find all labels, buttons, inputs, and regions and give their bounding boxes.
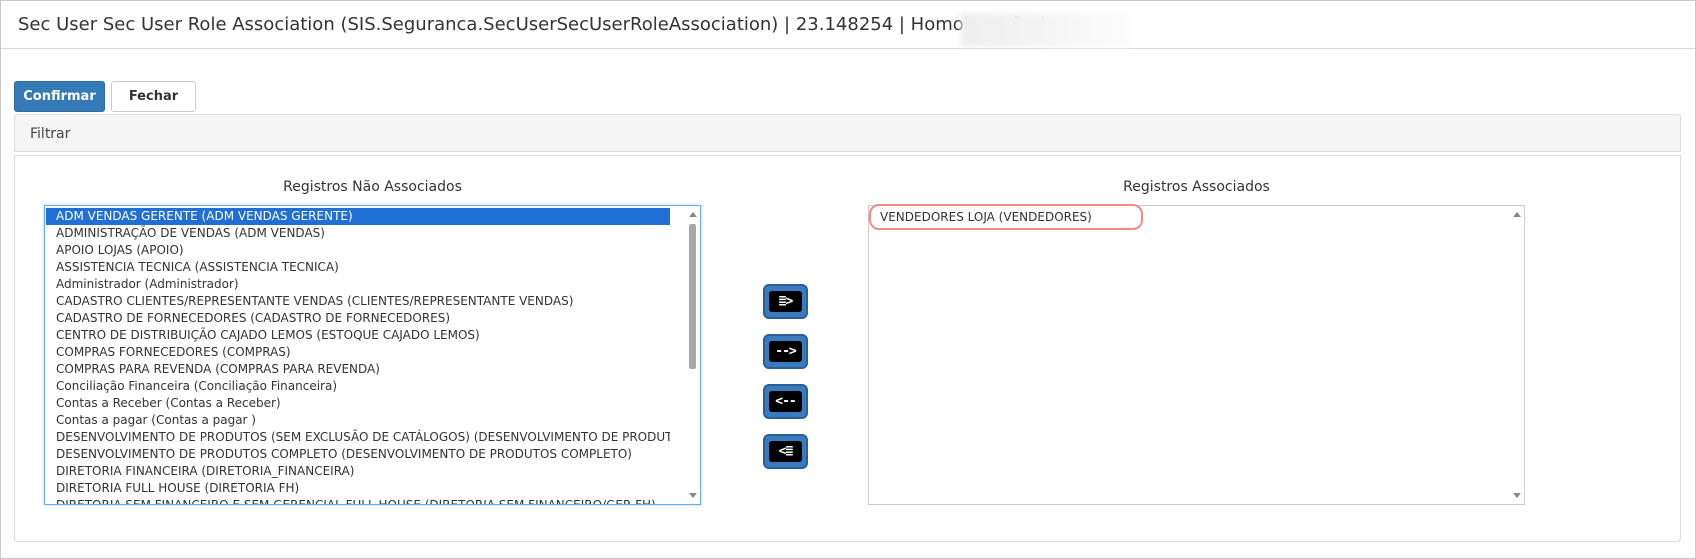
- unassociated-list-item[interactable]: CADASTRO DE FORNECEDORES (CADASTRO DE FO…: [46, 310, 670, 327]
- unassociated-list-item[interactable]: Conciliação Financeira (Conciliação Fina…: [46, 378, 670, 395]
- unassociated-items: ADM VENDAS GERENTE (ADM VENDAS GERENTE) A…: [46, 208, 670, 504]
- filter-label: Filtrar: [30, 126, 71, 142]
- add-all-icon: ≣>: [769, 291, 802, 312]
- unassociated-list-item[interactable]: DIRETORIA FINANCEIRA (DIRETORIA_FINANCEI…: [46, 463, 670, 480]
- unassociated-list-item[interactable]: DESENVOLVIMENTO DE PRODUTOS COMPLETO (DE…: [46, 446, 670, 463]
- unassociated-list-item[interactable]: CENTRO DE DISTRIBUIÇÃO CAJADO LEMOS (EST…: [46, 327, 670, 344]
- scroll-down-icon[interactable]: [1513, 493, 1521, 498]
- unassociated-list-item[interactable]: COMPRAS PARA REVENDA (COMPRAS PARA REVEN…: [46, 361, 670, 378]
- unassociated-list-item[interactable]: CADASTRO CLIENTES/REPRESENTANTE VENDAS (…: [46, 293, 670, 310]
- title-bar: Sec User Sec User Role Association (SIS.…: [1, 1, 1695, 49]
- unassociated-list-item[interactable]: DIRETORIA FULL HOUSE (DIRETORIA FH): [46, 480, 670, 497]
- unassociated-list-item[interactable]: COMPRAS FORNECEDORES (COMPRAS): [46, 344, 670, 361]
- unassociated-list-item[interactable]: DESENVOLVIMENTO DE PRODUTOS (SEM EXCLUSÃ…: [46, 429, 670, 446]
- scroll-up-icon[interactable]: [689, 212, 697, 217]
- unassociated-list-item[interactable]: ASSISTENCIA TECNICA (ASSISTENCIA TECNICA…: [46, 259, 670, 276]
- unassociated-list-item[interactable]: APOIO LOJAS (APOIO): [46, 242, 670, 259]
- unassociated-scrollbar[interactable]: [685, 206, 700, 504]
- unassociated-list-item[interactable]: Contas a Receber (Contas a Receber): [46, 395, 670, 412]
- scroll-thumb[interactable]: [689, 224, 696, 369]
- unassociated-list-item[interactable]: DIRETORIA SEM FINANCEIRO E SEM GERENCIAL…: [46, 497, 670, 504]
- associated-list-item[interactable]: VENDEDORES LOJA (VENDEDORES): [869, 204, 1143, 230]
- associated-listbox[interactable]: [868, 205, 1525, 505]
- window-title: Sec User Sec User Role Association (SIS.…: [18, 14, 1046, 35]
- add-one-icon: -->: [769, 341, 802, 362]
- add-all-button[interactable]: ≣>: [763, 284, 808, 319]
- add-selected-button[interactable]: -->: [763, 334, 808, 369]
- remove-all-button[interactable]: <≣: [763, 434, 808, 469]
- window-frame: Sec User Sec User Role Association (SIS.…: [0, 0, 1696, 559]
- associated-scrollbar[interactable]: [1509, 206, 1524, 504]
- scroll-down-icon[interactable]: [689, 493, 697, 498]
- redacted-region: [961, 13, 1131, 47]
- unassociated-list-item[interactable]: ADMINISTRAÇÃO DE VENDAS (ADM VENDAS): [46, 225, 670, 242]
- unassociated-list-item[interactable]: Administrador (Administrador): [46, 276, 670, 293]
- unassociated-listbox[interactable]: ADM VENDAS GERENTE (ADM VENDAS GERENTE) A…: [44, 205, 701, 505]
- remove-one-icon: <--: [769, 391, 802, 412]
- scroll-up-icon[interactable]: [1513, 212, 1521, 217]
- remove-all-icon: <≣: [769, 441, 802, 462]
- unassociated-list-item[interactable]: ADM VENDAS GERENTE (ADM VENDAS GERENTE): [46, 208, 670, 225]
- confirm-button[interactable]: Confirmar: [14, 81, 105, 112]
- filter-panel-header[interactable]: Filtrar: [14, 114, 1681, 152]
- close-button[interactable]: Fechar: [111, 81, 196, 112]
- unassociated-list-title: Registros Não Associados: [283, 179, 462, 195]
- associated-list-title: Registros Associados: [1123, 179, 1270, 195]
- remove-selected-button[interactable]: <--: [763, 384, 808, 419]
- unassociated-list-item[interactable]: Contas a pagar (Contas a pagar ): [46, 412, 670, 429]
